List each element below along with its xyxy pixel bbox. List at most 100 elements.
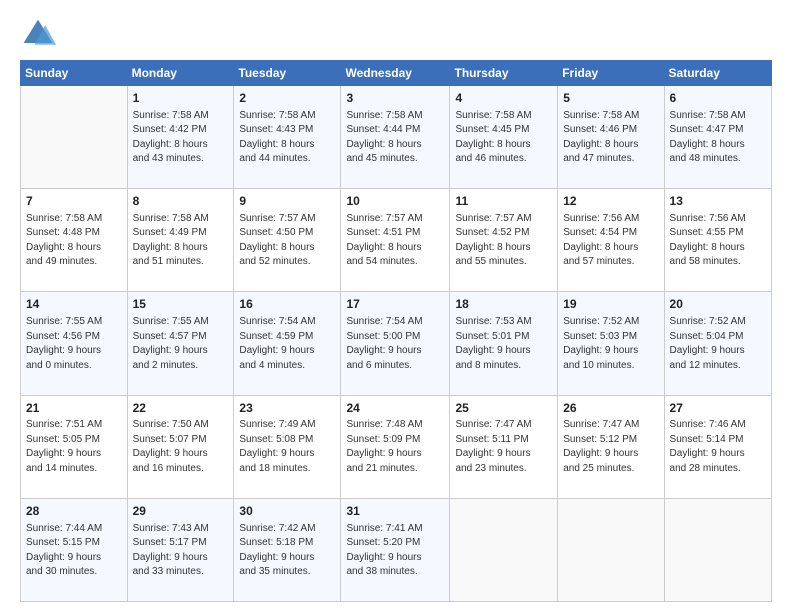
weekday-header: Thursday <box>450 61 558 86</box>
calendar-cell <box>664 498 771 601</box>
day-info: Sunrise: 7:52 AM Sunset: 5:03 PM Dayligh… <box>563 315 658 373</box>
day-number: 31 <box>346 503 444 520</box>
calendar-cell: 27Sunrise: 7:46 AM Sunset: 5:14 PM Dayli… <box>664 395 771 498</box>
day-number: 28 <box>26 503 122 520</box>
day-info: Sunrise: 7:55 AM Sunset: 4:56 PM Dayligh… <box>26 315 122 373</box>
day-number: 4 <box>455 90 552 107</box>
calendar-cell: 5 Sunrise: 7:58 AM Sunset: 4:46 PM Daylig… <box>558 86 664 189</box>
day-number: 29 <box>133 503 229 520</box>
day-info: Sunrise: 7:43 AM Sunset: 5:17 PM Dayligh… <box>133 522 229 580</box>
calendar-body: 1Sunrise: 7:58 AM Sunset: 4:42 PM Daylig… <box>21 86 772 602</box>
day-number: 14 <box>26 296 122 313</box>
calendar-week-row: 21Sunrise: 7:51 AM Sunset: 5:05 PM Dayli… <box>21 395 772 498</box>
day-number: 11 <box>455 193 552 210</box>
day-info: Sunrise: 7:46 AM Sunset: 5:14 PM Dayligh… <box>670 418 766 476</box>
day-number: 8 <box>133 193 229 210</box>
header <box>20 16 772 52</box>
day-info: Sunrise: 7:51 AM Sunset: 5:05 PM Dayligh… <box>26 418 122 476</box>
calendar-cell: 20Sunrise: 7:52 AM Sunset: 5:04 PM Dayli… <box>664 292 771 395</box>
day-info: Sunrise: 7:58 AM Sunset: 4:48 PM Dayligh… <box>26 212 122 270</box>
calendar-cell: 31 Sunrise: 7:41 AM Sunset: 5:20 PM Dayli… <box>341 498 450 601</box>
calendar-cell: 10Sunrise: 7:57 AM Sunset: 4:51 PM Dayli… <box>341 189 450 292</box>
calendar-cell: 26Sunrise: 7:47 AM Sunset: 5:12 PM Dayli… <box>558 395 664 498</box>
calendar-cell: 2 Sunrise: 7:58 AM Sunset: 4:43 PM Daylig… <box>234 86 341 189</box>
calendar-cell: 18 Sunrise: 7:53 AM Sunset: 5:01 PM Dayli… <box>450 292 558 395</box>
day-info: Sunrise: 7:56 AM Sunset: 4:54 PM Dayligh… <box>563 212 658 270</box>
calendar-cell: 22Sunrise: 7:50 AM Sunset: 5:07 PM Dayli… <box>127 395 234 498</box>
day-number: 17 <box>346 296 444 313</box>
day-number: 9 <box>239 193 335 210</box>
day-number: 12 <box>563 193 658 210</box>
day-number: 25 <box>455 400 552 417</box>
day-info: Sunrise: 7:58 AM Sunset: 4:49 PM Dayligh… <box>133 212 229 270</box>
calendar-week-row: 14 Sunrise: 7:55 AM Sunset: 4:56 PM Dayli… <box>21 292 772 395</box>
day-number: 21 <box>26 400 122 417</box>
weekday-header: Tuesday <box>234 61 341 86</box>
day-info: Sunrise: 7:41 AM Sunset: 5:20 PM Dayligh… <box>346 522 444 580</box>
day-number: 5 <box>563 90 658 107</box>
calendar-cell: 9Sunrise: 7:57 AM Sunset: 4:50 PM Daylig… <box>234 189 341 292</box>
calendar-cell: 11Sunrise: 7:57 AM Sunset: 4:52 PM Dayli… <box>450 189 558 292</box>
day-info: Sunrise: 7:54 AM Sunset: 4:59 PM Dayligh… <box>239 315 335 373</box>
calendar-week-row: 28Sunrise: 7:44 AM Sunset: 5:15 PM Dayli… <box>21 498 772 601</box>
day-info: Sunrise: 7:58 AM Sunset: 4:46 PM Dayligh… <box>563 109 658 167</box>
logo <box>20 16 60 52</box>
calendar-cell: 6 Sunrise: 7:58 AM Sunset: 4:47 PM Daylig… <box>664 86 771 189</box>
day-number: 24 <box>346 400 444 417</box>
day-number: 15 <box>133 296 229 313</box>
day-info: Sunrise: 7:48 AM Sunset: 5:09 PM Dayligh… <box>346 418 444 476</box>
calendar-cell: 3Sunrise: 7:58 AM Sunset: 4:44 PM Daylig… <box>341 86 450 189</box>
day-info: Sunrise: 7:58 AM Sunset: 4:47 PM Dayligh… <box>670 109 766 167</box>
day-number: 2 <box>239 90 335 107</box>
calendar-cell <box>558 498 664 601</box>
page: SundayMondayTuesdayWednesdayThursdayFrid… <box>0 0 792 612</box>
day-number: 18 <box>455 296 552 313</box>
calendar-cell: 25Sunrise: 7:47 AM Sunset: 5:11 PM Dayli… <box>450 395 558 498</box>
calendar-cell: 13 Sunrise: 7:56 AM Sunset: 4:55 PM Dayli… <box>664 189 771 292</box>
calendar-cell: 7 Sunrise: 7:58 AM Sunset: 4:48 PM Daylig… <box>21 189 128 292</box>
day-number: 10 <box>346 193 444 210</box>
calendar-cell: 14 Sunrise: 7:55 AM Sunset: 4:56 PM Dayli… <box>21 292 128 395</box>
calendar-cell: 16 Sunrise: 7:54 AM Sunset: 4:59 PM Dayli… <box>234 292 341 395</box>
day-info: Sunrise: 7:55 AM Sunset: 4:57 PM Dayligh… <box>133 315 229 373</box>
day-number: 27 <box>670 400 766 417</box>
day-number: 20 <box>670 296 766 313</box>
calendar-cell <box>21 86 128 189</box>
weekday-header: Sunday <box>21 61 128 86</box>
calendar-cell: 29 Sunrise: 7:43 AM Sunset: 5:17 PM Dayli… <box>127 498 234 601</box>
day-info: Sunrise: 7:42 AM Sunset: 5:18 PM Dayligh… <box>239 522 335 580</box>
calendar-cell: 8 Sunrise: 7:58 AM Sunset: 4:49 PM Daylig… <box>127 189 234 292</box>
day-info: Sunrise: 7:47 AM Sunset: 5:12 PM Dayligh… <box>563 418 658 476</box>
day-info: Sunrise: 7:56 AM Sunset: 4:55 PM Dayligh… <box>670 212 766 270</box>
day-number: 22 <box>133 400 229 417</box>
day-number: 1 <box>133 90 229 107</box>
day-info: Sunrise: 7:53 AM Sunset: 5:01 PM Dayligh… <box>455 315 552 373</box>
weekday-header: Saturday <box>664 61 771 86</box>
day-number: 19 <box>563 296 658 313</box>
logo-icon <box>20 16 56 52</box>
calendar-cell: 23Sunrise: 7:49 AM Sunset: 5:08 PM Dayli… <box>234 395 341 498</box>
day-number: 23 <box>239 400 335 417</box>
calendar-cell: 12 Sunrise: 7:56 AM Sunset: 4:54 PM Dayli… <box>558 189 664 292</box>
day-info: Sunrise: 7:49 AM Sunset: 5:08 PM Dayligh… <box>239 418 335 476</box>
day-number: 16 <box>239 296 335 313</box>
day-info: Sunrise: 7:47 AM Sunset: 5:11 PM Dayligh… <box>455 418 552 476</box>
day-info: Sunrise: 7:50 AM Sunset: 5:07 PM Dayligh… <box>133 418 229 476</box>
weekday-row: SundayMondayTuesdayWednesdayThursdayFrid… <box>21 61 772 86</box>
weekday-header: Friday <box>558 61 664 86</box>
day-number: 6 <box>670 90 766 107</box>
calendar-cell: 4Sunrise: 7:58 AM Sunset: 4:45 PM Daylig… <box>450 86 558 189</box>
calendar-cell: 17 Sunrise: 7:54 AM Sunset: 5:00 PM Dayli… <box>341 292 450 395</box>
calendar-cell: 21Sunrise: 7:51 AM Sunset: 5:05 PM Dayli… <box>21 395 128 498</box>
calendar-table: SundayMondayTuesdayWednesdayThursdayFrid… <box>20 60 772 602</box>
day-info: Sunrise: 7:54 AM Sunset: 5:00 PM Dayligh… <box>346 315 444 373</box>
day-number: 7 <box>26 193 122 210</box>
calendar-header: SundayMondayTuesdayWednesdayThursdayFrid… <box>21 61 772 86</box>
calendar-cell <box>450 498 558 601</box>
calendar-week-row: 1Sunrise: 7:58 AM Sunset: 4:42 PM Daylig… <box>21 86 772 189</box>
day-number: 13 <box>670 193 766 210</box>
day-number: 3 <box>346 90 444 107</box>
day-number: 26 <box>563 400 658 417</box>
day-info: Sunrise: 7:58 AM Sunset: 4:43 PM Dayligh… <box>239 109 335 167</box>
calendar-cell: 19 Sunrise: 7:52 AM Sunset: 5:03 PM Dayli… <box>558 292 664 395</box>
